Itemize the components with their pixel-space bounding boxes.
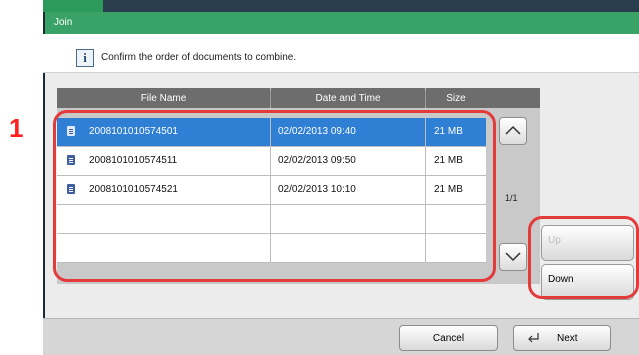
annotation-marker-1: 1 (9, 113, 24, 143)
column-header-scroll (486, 88, 540, 108)
title-bar: Join (43, 12, 639, 34)
highlight-ring-buttons (528, 216, 639, 299)
info-message: Confirm the order of documents to combin… (101, 52, 297, 63)
highlight-ring-table (53, 110, 496, 282)
next-label: Next (557, 333, 578, 344)
scroll-up-button[interactable] (499, 117, 527, 145)
chevron-down-icon (505, 252, 521, 262)
next-button[interactable]: Next (513, 325, 611, 351)
column-header-date[interactable]: Date and Time (271, 88, 425, 108)
page-indicator: 1/1 (505, 193, 518, 203)
window-title: Join (54, 17, 73, 28)
enter-icon (528, 333, 539, 343)
scroll-down-button[interactable] (499, 243, 527, 271)
column-header-file-name[interactable]: File Name (57, 88, 270, 108)
top-accent (43, 0, 103, 12)
cancel-button[interactable]: Cancel (399, 325, 498, 351)
top-status-bar (43, 0, 639, 12)
column-header-size[interactable]: Size (426, 88, 486, 108)
info-bar: i Confirm the order of documents to comb… (43, 34, 639, 73)
info-icon: i (76, 49, 94, 67)
chevron-up-icon (505, 125, 521, 135)
